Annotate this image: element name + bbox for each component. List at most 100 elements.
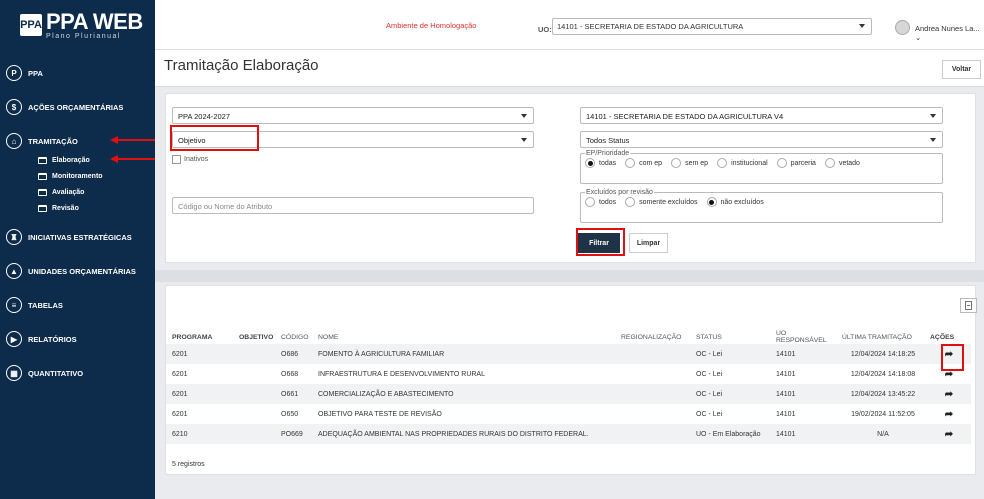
inbox-icon — [38, 188, 47, 196]
file-export-icon — [965, 301, 972, 310]
back-button[interactable]: Voltar — [942, 60, 981, 79]
sidebar-item-acoes-orcamentarias[interactable]: $ AÇÕES ORÇAMENTÁRIAS — [0, 90, 155, 124]
col-acoes: AÇÕES — [930, 333, 955, 341]
radio-label: com ep — [639, 159, 663, 167]
uo-select[interactable]: 14101 - SECRETARIA DE ESTADO DA AGRICULT… — [552, 18, 872, 35]
forward-arrow-icon[interactable]: ➦ — [945, 369, 953, 380]
avatar[interactable] — [895, 20, 910, 35]
cell-codigo: O661 — [281, 390, 299, 398]
ppa-icon: P — [6, 65, 22, 81]
export-button[interactable] — [960, 298, 977, 313]
sidebar: PPA PPA WEB Plano Plurianual P PPA $ AÇÕES… — [0, 0, 155, 499]
inbox-icon — [38, 204, 47, 212]
page-title: Tramitação Elaboração — [164, 57, 319, 74]
radio-ep-com-ep[interactable] — [625, 158, 636, 168]
chevron-down-icon — [521, 138, 527, 142]
sidebar-item-ppa[interactable]: P PPA — [0, 56, 155, 90]
inativos-label: Inativos — [184, 156, 209, 163]
app-subtitle: Plano Plurianual — [46, 32, 121, 40]
col-status[interactable]: STATUS — [693, 330, 773, 344]
ep-priority-legend: EP/Prioridade — [586, 150, 630, 157]
cell-nome: ADEQUAÇÃO AMBIENTAL NAS PROPRIEDADES RUR… — [318, 430, 589, 438]
sidebar-subitem-avaliacao[interactable]: Avaliação — [0, 184, 155, 200]
sidebar-item-label: AÇÕES ORÇAMENTÁRIAS — [28, 102, 124, 112]
unit-select-value: 14101 - SECRETARIA DE ESTADO DA AGRICULT… — [586, 112, 784, 121]
app-logo[interactable]: PPA PPA WEB Plano Plurianual — [0, 0, 155, 50]
sidebar-subitem-elaboracao[interactable]: Elaboração — [0, 152, 155, 168]
cell-codigo: O668 — [281, 370, 299, 378]
record-count: 5 registros — [172, 461, 205, 468]
radio-ep-institucional[interactable] — [717, 158, 728, 168]
results-table: PROGRAMA OBJETIVO CÓDIGO NOME REGIONALIZ… — [166, 330, 971, 444]
unit-select[interactable]: 14101 - SECRETARIA DE ESTADO DA AGRICULT… — [580, 107, 943, 124]
status-select[interactable]: Todos Status — [580, 131, 943, 148]
cell-status: OC - Lei — [696, 370, 723, 378]
sidebar-item-tabelas[interactable]: ≡ TABELAS — [0, 288, 155, 322]
radio-ep-parceria[interactable] — [776, 158, 787, 168]
attribute-search-input[interactable]: Código ou Nome do Atributo — [172, 197, 534, 214]
inbox-icon: ⌂ — [6, 133, 22, 149]
user-menu[interactable]: Andrea Nunes La... ⌄ — [915, 24, 984, 42]
col-codigo[interactable]: CÓDIGO — [278, 330, 315, 344]
forward-arrow-icon[interactable]: ➦ — [945, 349, 953, 360]
cell-uo: 14101 — [776, 390, 796, 398]
table-header-row: PROGRAMA OBJETIVO CÓDIGO NOME REGIONALIZ… — [166, 330, 971, 344]
table-body: 6201 O686 FOMENTO À AGRICULTURA FAMILIAR OC… — [166, 344, 971, 444]
col-ultima-tramitacao[interactable]: ÚLTIMA TRAMITAÇÃO — [839, 330, 927, 344]
cell-programa: 6201 — [172, 410, 188, 418]
col-uo-responsavel[interactable]: UO RESPONSÁVEL — [773, 330, 839, 344]
inbox-icon — [38, 156, 47, 164]
cell-acoes: ➦ — [927, 364, 971, 384]
table-row[interactable]: 6201 O686 FOMENTO À AGRICULTURA FAMILIAR OC… — [166, 344, 971, 364]
checkbox-box[interactable] — [172, 155, 181, 164]
page-header: Tramitação Elaboração Voltar — [155, 50, 984, 87]
radio-excl-todos[interactable] — [585, 197, 595, 207]
ppa-select[interactable]: PPA 2024-2027 — [172, 107, 534, 124]
cell-objetivo — [236, 404, 278, 424]
cell-uo: 14101 — [776, 430, 796, 438]
report-icon: ▶ — [6, 331, 22, 347]
col-programa[interactable]: PROGRAMA — [166, 330, 236, 344]
clear-button[interactable]: Limpar — [629, 233, 668, 253]
radio-excl-nao[interactable] — [706, 197, 717, 207]
col-objetivo[interactable]: OBJETIVO — [236, 330, 278, 344]
cell-regionalizacao — [618, 384, 693, 404]
col-nome[interactable]: NOME — [315, 330, 618, 344]
type-select[interactable]: Objetivo — [172, 131, 534, 148]
filter-button[interactable]: Filtrar — [578, 233, 620, 253]
cell-programa: 6201 — [172, 350, 188, 358]
radio-label: somente excluídos — [639, 198, 698, 206]
top-bar: Ambiente de Homologação UO: 14101 - SECR… — [155, 0, 984, 50]
cell-nome: INFRAESTRUTURA E DESENVOLVIMENTO RURAL — [318, 370, 485, 378]
chevron-down-icon — [859, 24, 865, 28]
radio-ep-sem-ep[interactable] — [671, 158, 682, 168]
forward-arrow-icon[interactable]: ➦ — [945, 409, 953, 420]
sidebar-item-iniciativas-estrategicas[interactable]: ♜ INICIATIVAS ESTRATÉGICAS — [0, 220, 155, 254]
cell-codigo: PO669 — [281, 430, 303, 438]
chess-icon: ♜ — [6, 229, 22, 245]
cell-nome: FOMENTO À AGRICULTURA FAMILIAR — [318, 350, 445, 358]
radio-excl-somente[interactable] — [625, 197, 636, 207]
forward-arrow-icon[interactable]: ➦ — [945, 389, 953, 400]
forward-arrow-icon[interactable]: ➦ — [945, 429, 953, 440]
table-row[interactable]: 6210 PO669 ADEQUAÇÃO AMBIENTAL NAS PROPRIE… — [166, 424, 971, 444]
table-row[interactable]: 6201 O668 INFRAESTRUTURA E DESENVOLVIMENTO… — [166, 364, 971, 384]
inativos-checkbox[interactable]: Inativos — [172, 155, 208, 164]
sidebar-subitem-monitoramento[interactable]: Monitoramento — [0, 168, 155, 184]
cell-objetivo — [236, 364, 278, 384]
radio-ep-todas[interactable] — [585, 158, 595, 168]
sidebar-item-quantitativo[interactable]: ▦ QUANTITATIVO — [0, 356, 155, 390]
sidebar-item-unidades-orcamentarias[interactable]: ▲ UNIDADES ORÇAMENTÁRIAS — [0, 254, 155, 288]
radio-label: parceria — [790, 159, 816, 167]
table-row[interactable]: 6201 O650 OBJETIVO PARA TESTE DE REVISÃO OC… — [166, 404, 971, 424]
radio-label: vetado — [838, 159, 860, 167]
cell-uo: 14101 — [776, 350, 796, 358]
excluded-legend: Excluídos por revisão — [586, 189, 653, 196]
sidebar-subitem-revisao[interactable]: Revisão — [0, 200, 155, 216]
cell-nome: COMERCIALIZAÇÃO E ABASTECIMENTO — [318, 390, 454, 398]
sidebar-item-relatorios[interactable]: ▶ RELATÓRIOS — [0, 322, 155, 356]
col-regionalizacao[interactable]: REGIONALIZAÇÃO — [618, 330, 693, 344]
table-row[interactable]: 6201 O661 COMERCIALIZAÇÃO E ABASTECIMENTO O… — [166, 384, 971, 404]
sidebar-subitem-label: Monitoramento — [52, 172, 103, 180]
radio-ep-vetado[interactable] — [824, 158, 835, 168]
